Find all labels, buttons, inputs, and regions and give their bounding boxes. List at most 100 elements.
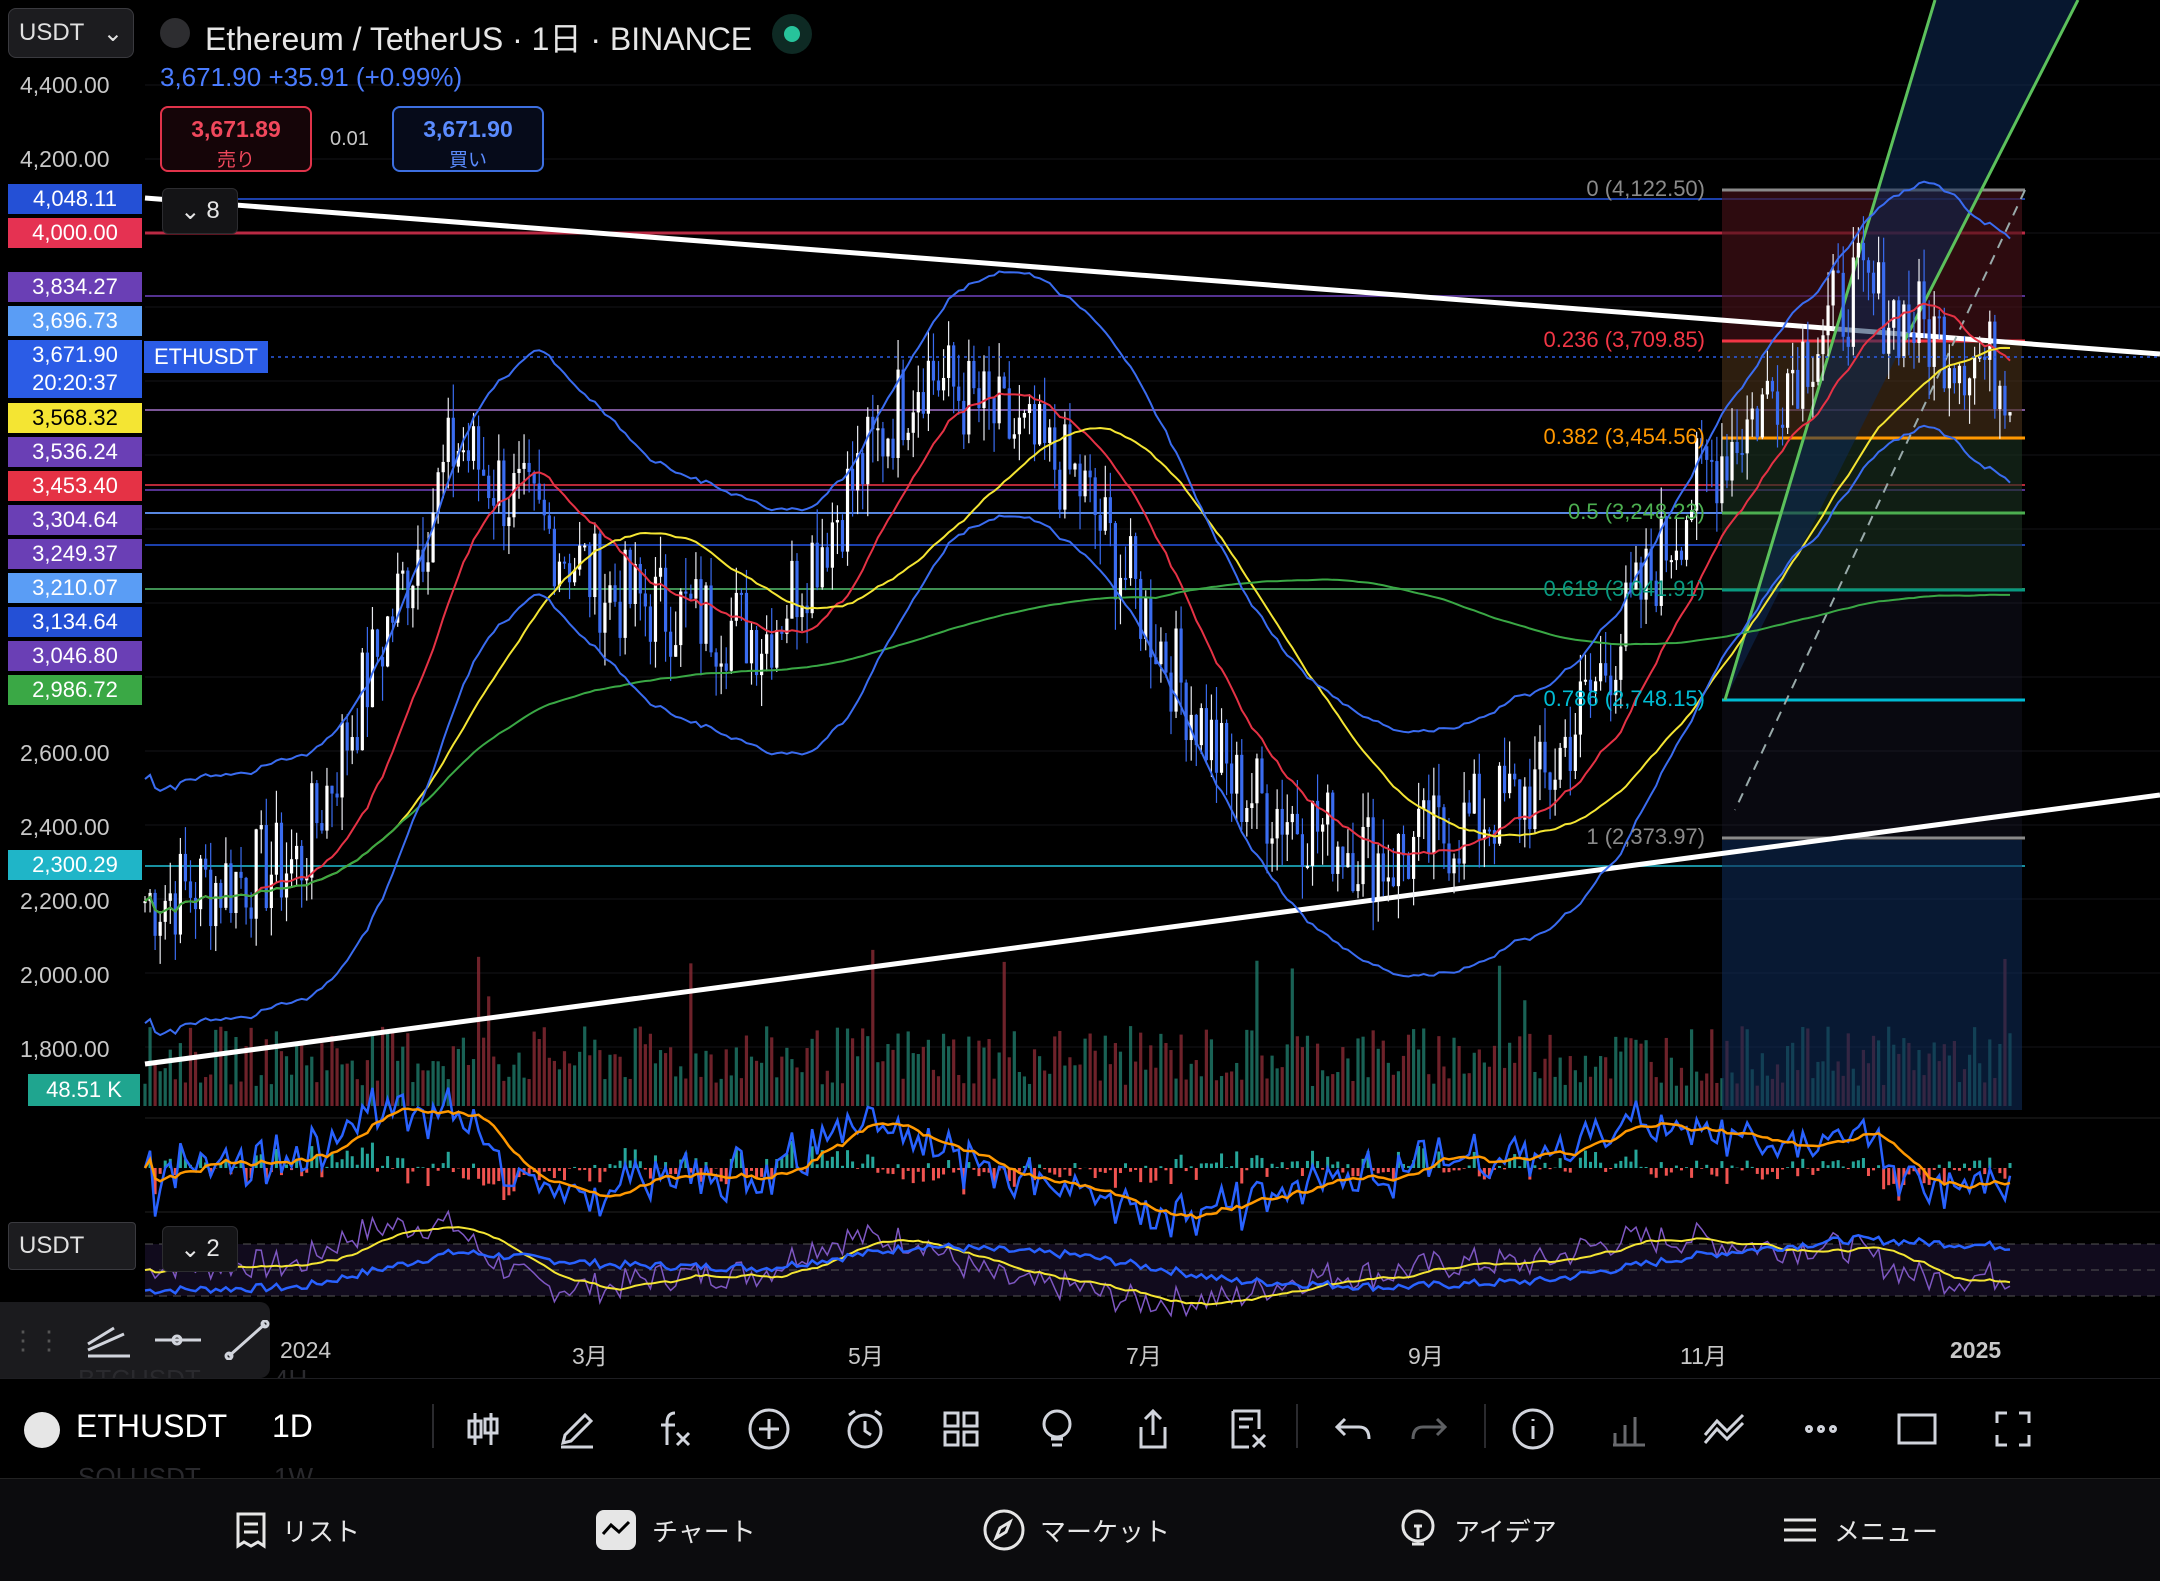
fx-icon[interactable] xyxy=(648,1404,698,1454)
candle-body xyxy=(1832,270,1835,305)
candle-body xyxy=(507,517,510,526)
volume-bar xyxy=(341,1064,344,1106)
fullscreen-icon[interactable] xyxy=(1988,1404,2038,1454)
buy-button[interactable]: 3,671.90 買い xyxy=(392,106,544,172)
volume-bar xyxy=(1205,1030,1208,1106)
indicators-collapse-button[interactable]: ⌄ 8 xyxy=(162,188,238,234)
candles-icon[interactable] xyxy=(458,1404,508,1454)
candle-body xyxy=(543,500,546,516)
candle-body xyxy=(452,418,455,467)
macd-histogram-bar xyxy=(1134,1168,1137,1170)
macd-histogram-bar xyxy=(1119,1168,1122,1173)
volume-bar xyxy=(1670,1058,1673,1106)
volume-bar xyxy=(1018,1072,1021,1106)
tab-menu[interactable]: メニュー xyxy=(1780,1505,1938,1555)
candle-body xyxy=(1892,300,1895,327)
macd-histogram-bar xyxy=(1144,1166,1147,1168)
bulb-icon[interactable] xyxy=(1032,1404,1082,1454)
candle-body xyxy=(624,550,627,638)
candle-body xyxy=(184,854,187,881)
tab-ideas[interactable]: アイデア xyxy=(1396,1505,1557,1555)
volume-bar xyxy=(957,1075,960,1106)
tab-chart[interactable]: チャート xyxy=(594,1505,756,1555)
clear-drawings-icon[interactable] xyxy=(1224,1404,1274,1454)
volume-bar xyxy=(982,1048,985,1106)
candle-body xyxy=(1543,742,1546,773)
macd-histogram-bar xyxy=(1245,1168,1248,1170)
candle-body xyxy=(790,561,793,619)
macd-histogram-bar xyxy=(507,1168,510,1195)
more-icon[interactable] xyxy=(1796,1404,1846,1454)
sub-indicators-collapse-button[interactable]: ⌄ 2 xyxy=(162,1226,238,1272)
macd-histogram-bar xyxy=(876,1168,879,1173)
volume-bar xyxy=(1089,1034,1092,1106)
plus-circle-icon[interactable] xyxy=(744,1404,794,1454)
volume-bar xyxy=(1139,1033,1142,1106)
volume-bar xyxy=(816,1030,819,1106)
window-icon[interactable] xyxy=(1892,1404,1942,1454)
volume-bar xyxy=(1210,1039,1213,1106)
candle-body xyxy=(442,462,445,472)
tab-list[interactable]: リスト xyxy=(234,1505,360,1555)
volume-bar xyxy=(1270,1056,1273,1106)
volume-bar xyxy=(1634,1040,1637,1106)
compare-icon[interactable] xyxy=(1700,1404,1750,1454)
macd-histogram-bar xyxy=(836,1151,839,1168)
horizontal-ray-icon[interactable] xyxy=(153,1320,200,1360)
candle-body xyxy=(1457,858,1460,863)
price-chart[interactable] xyxy=(0,0,2160,1380)
macd-histogram-bar xyxy=(159,1168,162,1174)
macd-histogram-bar xyxy=(1882,1168,1885,1189)
macd-histogram-bar xyxy=(437,1168,440,1171)
macd-histogram-bar xyxy=(750,1168,753,1171)
macd-histogram-bar xyxy=(1215,1163,1218,1168)
trend-line-icon[interactable] xyxy=(223,1320,270,1360)
macd-histogram-bar xyxy=(1821,1161,1824,1168)
tab-market[interactable]: マーケット xyxy=(982,1505,1170,1555)
candle-body xyxy=(315,783,318,823)
candle-body xyxy=(811,543,814,613)
candle-body xyxy=(214,883,217,926)
macd-histogram-bar xyxy=(1250,1158,1253,1168)
share-icon[interactable] xyxy=(1128,1404,1178,1454)
symbol-title[interactable]: Ethereum / TetherUS · 1日 · BINANCE xyxy=(205,14,752,60)
toolbar-interval[interactable]: 1D xyxy=(272,1408,313,1445)
undo-icon[interactable] xyxy=(1328,1404,1378,1454)
macd-histogram-bar xyxy=(1533,1165,1536,1168)
sub-currency-select[interactable]: USDT xyxy=(8,1222,136,1270)
macd-histogram-bar xyxy=(846,1150,849,1168)
candle-body xyxy=(1781,425,1784,428)
alarm-icon[interactable] xyxy=(840,1404,890,1454)
grid-icon[interactable] xyxy=(936,1404,986,1454)
candle-body xyxy=(1735,442,1738,453)
date-label: 3月 xyxy=(572,1337,608,1371)
toolbar-symbol[interactable]: ETHUSDT xyxy=(76,1408,227,1445)
candle-body xyxy=(239,872,242,878)
price-tag: 3,834.27 xyxy=(8,272,142,302)
volume-label: 48.51 K xyxy=(28,1074,140,1106)
candle-body xyxy=(1948,368,1951,388)
macd-histogram-bar xyxy=(674,1168,677,1174)
candle-body xyxy=(1715,461,1718,503)
macd-histogram-bar xyxy=(977,1168,980,1176)
sell-button[interactable]: 3,671.89 売り xyxy=(160,106,312,172)
bars-icon[interactable] xyxy=(1604,1404,1654,1454)
pen-icon[interactable] xyxy=(552,1404,602,1454)
price-axis-label: 2,200.00 xyxy=(20,888,110,915)
macd-histogram-bar xyxy=(447,1152,450,1168)
redo-icon[interactable] xyxy=(1404,1404,1454,1454)
candle-body xyxy=(1943,317,1946,389)
candle-body xyxy=(760,654,763,675)
macd-histogram-bar xyxy=(1089,1168,1092,1169)
volume-bar xyxy=(568,1063,571,1106)
drag-handle-icon[interactable]: ⋮⋮ xyxy=(10,1325,62,1356)
volume-bar xyxy=(1083,1039,1086,1106)
macd-histogram-bar xyxy=(593,1165,596,1168)
info-icon[interactable] xyxy=(1508,1404,1558,1454)
volume-bar xyxy=(391,1030,394,1106)
macd-histogram-bar xyxy=(1801,1159,1804,1168)
price-axis-label: 4,200.00 xyxy=(20,146,110,173)
currency-select[interactable]: USDT ⌄ xyxy=(8,8,134,58)
trend-lines-icon[interactable] xyxy=(84,1320,131,1360)
macd-histogram-bar xyxy=(1660,1162,1663,1168)
